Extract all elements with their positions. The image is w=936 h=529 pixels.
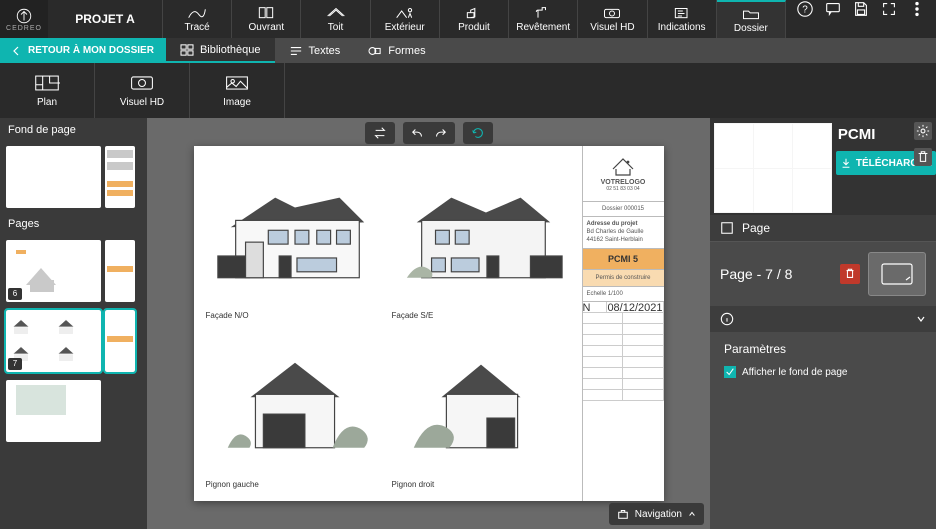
info-expander[interactable] <box>710 306 936 332</box>
save-icon[interactable] <box>852 0 870 18</box>
delete-dossier-icon[interactable] <box>914 148 932 166</box>
nav-visuelhd[interactable]: Visuel HD <box>578 0 647 38</box>
project-name: PROJET A <box>48 0 163 38</box>
tab-bibliotheque[interactable]: Bibliothèque <box>166 38 275 63</box>
swap-button[interactable] <box>365 122 395 144</box>
pages-title: Pages <box>0 212 147 236</box>
pignon-droit-view <box>392 328 570 477</box>
delete-page-icon[interactable] <box>840 264 860 284</box>
nav-dossier[interactable]: Dossier <box>717 0 786 38</box>
brand-logo: CEDREO <box>0 0 48 38</box>
page-thumb-6[interactable]: 6 <box>6 240 101 302</box>
right-panel: PCMI TÉLÉCHARGER Page Page - 7 / 8 <box>710 118 936 529</box>
navigation-toggle[interactable]: Navigation <box>609 503 704 525</box>
document-sheet: Façade N/O Façade S/E <box>194 146 664 501</box>
page-counter: Page - 7 / 8 <box>720 266 792 282</box>
tool-image[interactable]: Image <box>190 63 285 118</box>
nav-indications[interactable]: Indications <box>648 0 717 38</box>
tab-formes[interactable]: Formes <box>354 38 439 63</box>
canvas: Façade N/O Façade S/E <box>147 118 710 529</box>
params-title: Paramètres <box>724 342 922 356</box>
help-icon[interactable]: ? <box>796 0 814 18</box>
tab-textes[interactable]: Textes <box>275 38 355 63</box>
undo-icon <box>411 126 425 140</box>
chevron-up-icon <box>688 510 696 518</box>
chevron-down-icon <box>916 314 926 324</box>
sheet-cartouche: VOTRELOGO 02 51 83 03 04 Dossier 000015 … <box>582 146 664 501</box>
tool-visuelhd[interactable]: Visuel HD <box>95 63 190 118</box>
svg-text:?: ? <box>802 5 808 16</box>
fullscreen-icon[interactable] <box>880 0 898 18</box>
page-side-thumb[interactable] <box>105 240 135 302</box>
redo-icon <box>433 126 447 140</box>
page-side-thumb[interactable] <box>105 310 135 372</box>
tool-plan[interactable]: Plan <box>0 63 95 118</box>
nav-ouvrant[interactable]: Ouvrant <box>232 0 301 38</box>
background-template-thumb[interactable] <box>6 146 101 208</box>
menu-icon[interactable] <box>908 0 926 18</box>
nav-toit[interactable]: Toit <box>301 0 370 38</box>
nav-trace[interactable]: Tracé <box>163 0 232 38</box>
page-thumb-7[interactable]: 7 <box>6 310 101 372</box>
fond-de-page-title: Fond de page <box>0 118 147 142</box>
comment-icon[interactable] <box>824 0 842 18</box>
nav-produit[interactable]: Produit <box>440 0 509 38</box>
refresh-button[interactable] <box>463 122 493 144</box>
dossier-preview <box>714 123 832 213</box>
page-section-header[interactable]: Page <box>710 215 936 242</box>
background-template-thumb[interactable] <box>105 146 135 208</box>
info-icon <box>720 312 734 326</box>
settings-icon[interactable] <box>914 122 932 140</box>
page-thumbnail[interactable] <box>868 252 926 296</box>
show-background-checkbox[interactable]: Afficher le fond de page <box>724 366 922 378</box>
nav-exterieur[interactable]: Extérieur <box>371 0 440 38</box>
nav-revetement[interactable]: Revêtement <box>509 0 578 38</box>
back-button[interactable]: RETOUR À MON DOSSIER <box>0 38 166 63</box>
left-panel: ‹ Fond de page Pages 6 <box>0 118 147 529</box>
page-thumb-next[interactable] <box>6 380 101 442</box>
facade-se-view <box>392 158 570 307</box>
undo-redo-group[interactable] <box>403 122 455 144</box>
facade-no-view <box>206 158 384 307</box>
pignon-gauche-view <box>206 328 384 477</box>
